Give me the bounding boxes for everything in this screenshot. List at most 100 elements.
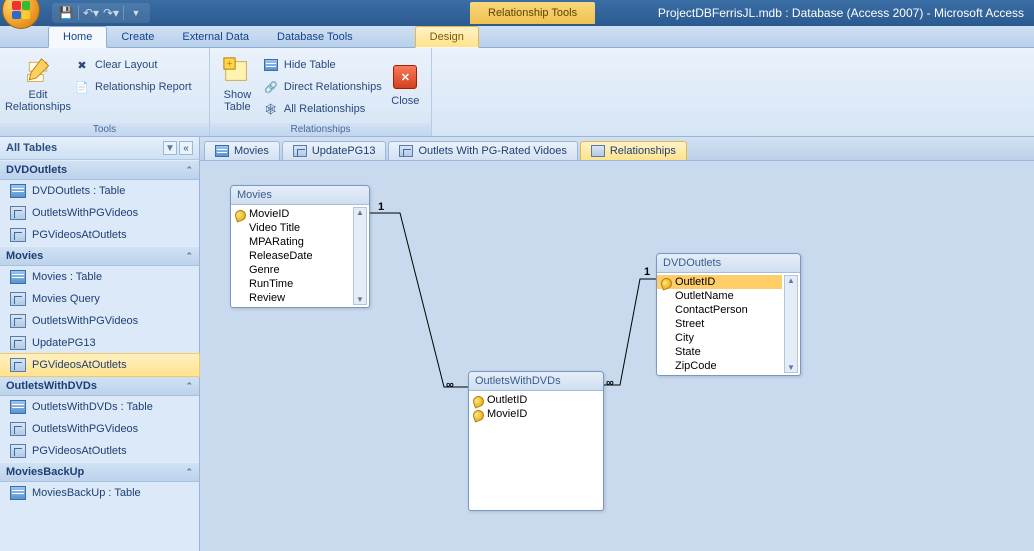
- scrollbar[interactable]: [353, 207, 367, 305]
- field-row[interactable]: RunTime: [231, 277, 351, 291]
- tab-home[interactable]: Home: [48, 26, 107, 48]
- clear-layout-icon: ✖: [74, 57, 90, 73]
- field-row[interactable]: ZipCode: [657, 359, 782, 373]
- nav-item[interactable]: OutletsWithPGVideos: [0, 418, 199, 440]
- field-row[interactable]: Review: [231, 291, 351, 305]
- query-icon: [10, 336, 26, 350]
- field-row[interactable]: OutletID: [469, 393, 603, 407]
- cardinality-many: ∞: [606, 377, 614, 389]
- edit-relationships-icon: [22, 55, 54, 87]
- nav-group-movies[interactable]: Movies⌃: [0, 246, 199, 266]
- nav-item[interactable]: PGVideosAtOutlets: [0, 354, 199, 376]
- direct-relationships-button[interactable]: 🔗 Direct Relationships: [259, 77, 386, 97]
- nav-item[interactable]: MoviesBackUp : Table: [0, 482, 199, 504]
- field-row[interactable]: Street: [657, 317, 782, 331]
- nav-group-dvdoutlets[interactable]: DVDOutlets⌃: [0, 160, 199, 180]
- field-row[interactable]: Genre: [231, 263, 351, 277]
- doctab-movies-label: Movies: [234, 145, 269, 157]
- doctab-outlets-pg-label: Outlets With PG-Rated Vidoes: [418, 145, 566, 157]
- navigation-pane: All Tables ▼« DVDOutlets⌃ DVDOutlets : Ta…: [0, 137, 200, 551]
- table-movies[interactable]: Movies MovieIDVideo TitleMPARatingReleas…: [230, 185, 370, 308]
- nav-item[interactable]: PGVideosAtOutlets: [0, 440, 199, 462]
- table-owd-title: OutletsWithDVDs: [469, 372, 603, 391]
- table-outletswithdvds[interactable]: OutletsWithDVDs OutletIDMovieID: [468, 371, 604, 511]
- direct-relationships-icon: 🔗: [263, 79, 279, 95]
- field-row[interactable]: MovieID: [231, 207, 351, 221]
- hide-table-button[interactable]: Hide Table: [259, 55, 386, 75]
- tab-database-tools[interactable]: Database Tools: [263, 27, 367, 47]
- doctab-relationships[interactable]: Relationships: [580, 141, 687, 160]
- nav-group-outletswithdvds[interactable]: OutletsWithDVDs⌃: [0, 376, 199, 396]
- nav-item-label: DVDOutlets : Table: [32, 185, 125, 197]
- nav-collapse-icon[interactable]: «: [179, 141, 193, 155]
- field-row[interactable]: ReleaseDate: [231, 249, 351, 263]
- tab-external-data[interactable]: External Data: [168, 27, 263, 47]
- nav-item-label: Movies Query: [32, 293, 100, 305]
- field-row[interactable]: OutletName: [657, 289, 782, 303]
- doctab-movies[interactable]: Movies: [204, 141, 280, 160]
- field-row[interactable]: OutletID: [657, 275, 782, 289]
- nav-item-label: Movies : Table: [32, 271, 102, 283]
- all-relationships-label: All Relationships: [284, 103, 365, 115]
- doctab-relationships-label: Relationships: [610, 145, 676, 157]
- edit-relationships-button[interactable]: Edit Relationships: [6, 51, 70, 117]
- table-icon: [10, 184, 26, 198]
- nav-item[interactable]: Movies Query: [0, 288, 199, 310]
- field-row[interactable]: MPARating: [231, 235, 351, 249]
- table-dvdoutlets[interactable]: DVDOutlets OutletIDOutletNameContactPers…: [656, 253, 801, 376]
- office-button[interactable]: [2, 0, 40, 29]
- nav-item[interactable]: UpdatePG13: [0, 332, 199, 354]
- clear-layout-label: Clear Layout: [95, 59, 157, 71]
- query-icon: [399, 145, 413, 157]
- nav-item[interactable]: Movies : Table: [0, 266, 199, 288]
- cardinality-one: 1: [378, 201, 384, 213]
- nav-item[interactable]: OutletsWithDVDs : Table: [0, 396, 199, 418]
- relationship-report-label: Relationship Report: [95, 81, 192, 93]
- relationships-icon: [591, 145, 605, 157]
- scrollbar[interactable]: [784, 275, 798, 373]
- tab-design[interactable]: Design: [415, 26, 479, 48]
- nav-item[interactable]: OutletsWithPGVideos: [0, 202, 199, 224]
- table-dvdo-title: DVDOutlets: [657, 254, 800, 273]
- nav-item-label: OutletsWithPGVideos: [32, 207, 138, 219]
- nav-item-label: PGVideosAtOutlets: [32, 359, 127, 371]
- query-icon: [10, 422, 26, 436]
- save-icon[interactable]: 💾: [58, 5, 74, 21]
- field-row[interactable]: ContactPerson: [657, 303, 782, 317]
- qat-customize-icon[interactable]: ▼: [128, 5, 144, 21]
- svg-text:+: +: [227, 58, 232, 68]
- field-row[interactable]: MovieID: [469, 407, 603, 421]
- doctab-updatepg13[interactable]: UpdatePG13: [282, 141, 387, 160]
- clear-layout-button[interactable]: ✖ Clear Layout: [70, 55, 196, 75]
- nav-item[interactable]: OutletsWithPGVideos: [0, 310, 199, 332]
- all-relationships-button[interactable]: 🕸 All Relationships: [259, 99, 386, 119]
- relationship-report-button[interactable]: 📄 Relationship Report: [70, 77, 196, 97]
- ribbon-group-relationships: + Show Table Hide Table 🔗 Direct Relatio…: [210, 48, 432, 136]
- doctab-updatepg13-label: UpdatePG13: [312, 145, 376, 157]
- query-icon: [10, 358, 26, 372]
- nav-item-label: OutletsWithPGVideos: [32, 423, 138, 435]
- nav-item[interactable]: DVDOutlets : Table: [0, 180, 199, 202]
- close-icon: ✕: [389, 61, 421, 93]
- redo-icon[interactable]: ↷▾: [103, 5, 119, 21]
- close-button[interactable]: ✕ Close: [386, 51, 425, 117]
- contextual-tab-title: Relationship Tools: [470, 2, 595, 24]
- nav-pane-header[interactable]: All Tables ▼«: [0, 137, 199, 160]
- doctab-outlets-pg[interactable]: Outlets With PG-Rated Vidoes: [388, 141, 577, 160]
- ribbon-group-relationships-label: Relationships: [210, 123, 431, 136]
- undo-icon[interactable]: ↶▾: [83, 5, 99, 21]
- query-icon: [293, 145, 307, 157]
- nav-item[interactable]: PGVideosAtOutlets: [0, 224, 199, 246]
- table-icon: [10, 270, 26, 284]
- relationships-canvas[interactable]: Movies MovieIDVideo TitleMPARatingReleas…: [200, 161, 1034, 551]
- field-row[interactable]: Video Title: [231, 221, 351, 235]
- nav-item-label: PGVideosAtOutlets: [32, 229, 127, 241]
- show-table-button[interactable]: + Show Table: [216, 51, 259, 117]
- nav-dropdown-icon[interactable]: ▼: [163, 141, 177, 155]
- tab-create[interactable]: Create: [107, 27, 168, 47]
- field-row[interactable]: City: [657, 331, 782, 345]
- query-icon: [10, 444, 26, 458]
- nav-group-moviesbackup[interactable]: MoviesBackUp⌃: [0, 462, 199, 482]
- field-row[interactable]: State: [657, 345, 782, 359]
- nav-item-label: OutletsWithDVDs : Table: [32, 401, 153, 413]
